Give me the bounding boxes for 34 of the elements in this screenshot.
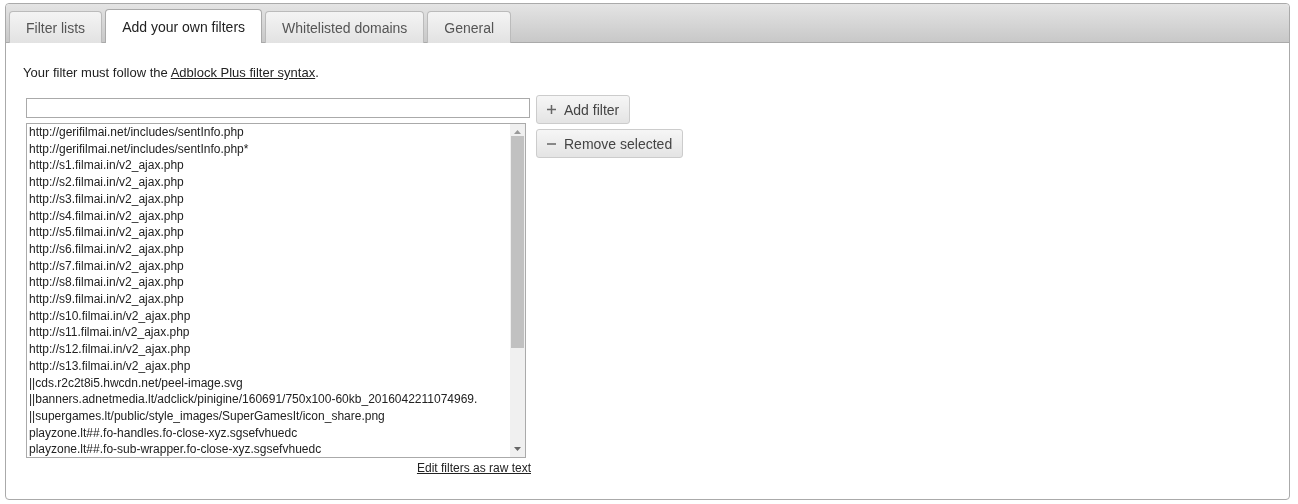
filter-item[interactable]: http://s7.filmai.in/v2_ajax.php: [29, 257, 510, 275]
filter-input-field[interactable]: [26, 98, 530, 118]
filter-item[interactable]: http://s6.filmai.in/v2_ajax.php: [29, 240, 510, 258]
edit-raw-link[interactable]: Edit filters as raw text: [416, 461, 531, 475]
filter-item[interactable]: playzone.lt##.fo-sub-wrapper.fo-close-xyz.sgsefvhuedc: [29, 441, 510, 457]
filter-item[interactable]: ||cds.r2c2t8i5.hwcdn.net/peel-image.svg: [29, 374, 510, 392]
minus-icon: [547, 142, 556, 145]
tab[interactable]: Whitelisted domains: [265, 11, 425, 43]
filter-item[interactable]: http://gerifilmai.net/includes/sentInfo.php*: [29, 140, 510, 158]
filter-item[interactable]: ||supergames.lt/public/style_images/SuperGamesIt/icon_share.png: [29, 407, 510, 425]
filter-item[interactable]: http://s1.filmai.in/v2_ajax.php: [29, 157, 510, 175]
filter-item[interactable]: http://s5.filmai.in/v2_ajax.php: [29, 224, 510, 241]
tab[interactable]: Filter lists: [9, 11, 103, 43]
scroll-down-icon[interactable]: [514, 447, 521, 451]
instruction-text: Your filter must follow the Adblock Plus filter syntax.: [23, 65, 320, 80]
filter-item[interactable]: http://s13.filmai.in/v2_ajax.php: [29, 357, 510, 375]
plus-icon: [547, 105, 556, 114]
filter-item[interactable]: playzone.lt##.fo-handles.fo-close-xyz.sgsefvhuedc: [29, 424, 510, 442]
remove-button[interactable]: Remove selected: [536, 129, 684, 158]
filter-item[interactable]: http://s12.filmai.in/v2_ajax.php: [29, 341, 510, 358]
filter-item[interactable]: http://s9.filmai.in/v2_ajax.php: [29, 291, 510, 308]
filter-item[interactable]: http://s10.filmai.in/v2_ajax.php: [29, 307, 510, 325]
tab[interactable]: Add your own filters: [105, 9, 263, 43]
filter-item[interactable]: http://s4.filmai.in/v2_ajax.php: [29, 207, 510, 225]
filter-item[interactable]: http://s11.filmai.in/v2_ajax.php: [29, 324, 510, 342]
add-button[interactable]: Add filter: [536, 95, 631, 124]
filter-item[interactable]: http://s3.filmai.in/v2_ajax.php: [29, 190, 510, 208]
filter-item[interactable]: http://gerifilmai.net/includes/sentInfo.php: [29, 124, 510, 141]
tab[interactable]: General: [427, 11, 512, 43]
scroll-up-icon[interactable]: [514, 130, 521, 134]
filter-item[interactable]: ||banners.adnetmedia.lt/adclick/pinigine/160691/750x100-60kb_2016042211074969.: [29, 391, 510, 408]
filter-item[interactable]: http://s8.filmai.in/v2_ajax.php: [29, 274, 510, 292]
scrollbar[interactable]: [510, 124, 525, 457]
filter-item[interactable]: http://s2.filmai.in/v2_ajax.php: [29, 174, 510, 191]
